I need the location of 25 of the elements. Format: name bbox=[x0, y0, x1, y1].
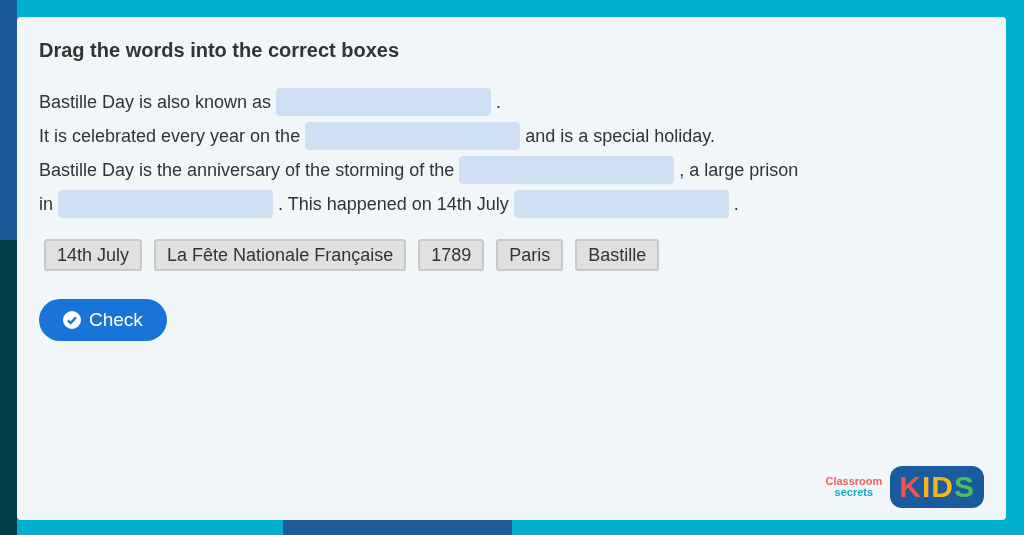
word-tile[interactable]: Paris bbox=[496, 239, 564, 271]
logo-text: Classroom bbox=[825, 476, 883, 487]
check-button[interactable]: Check bbox=[39, 299, 167, 341]
word-tile[interactable]: La Fête Nationale Française bbox=[154, 239, 407, 271]
word-tile[interactable]: 1789 bbox=[418, 239, 485, 271]
drop-box[interactable] bbox=[58, 190, 273, 218]
sentence-text: in bbox=[39, 193, 53, 215]
drop-box[interactable] bbox=[513, 190, 729, 218]
sentence-text: Bastille Day is also known as bbox=[39, 91, 272, 113]
sentence-text: Bastille Day is the anniversary of the storming of the bbox=[39, 159, 455, 181]
sentence-text: It is celebrated every year on the bbox=[39, 125, 301, 147]
sentence-text: . bbox=[496, 91, 502, 113]
word-tile[interactable]: 14th July bbox=[44, 239, 143, 271]
kids-logo: KIDS bbox=[890, 466, 984, 508]
check-circle-icon bbox=[63, 311, 81, 329]
sentence-text: . bbox=[733, 193, 739, 215]
sentence-text: , a large prison bbox=[679, 159, 799, 181]
drop-box[interactable] bbox=[305, 122, 521, 150]
sentence-text: . This happened on 14th July bbox=[278, 193, 509, 215]
word-tile[interactable]: Bastille bbox=[575, 239, 660, 271]
sentence-text: and is a special holiday. bbox=[525, 125, 715, 147]
instruction-heading: Drag the words into the correct boxes bbox=[39, 38, 401, 63]
drop-box[interactable] bbox=[459, 156, 675, 184]
logo-text: secrets bbox=[834, 487, 874, 498]
drop-box[interactable] bbox=[276, 88, 492, 116]
